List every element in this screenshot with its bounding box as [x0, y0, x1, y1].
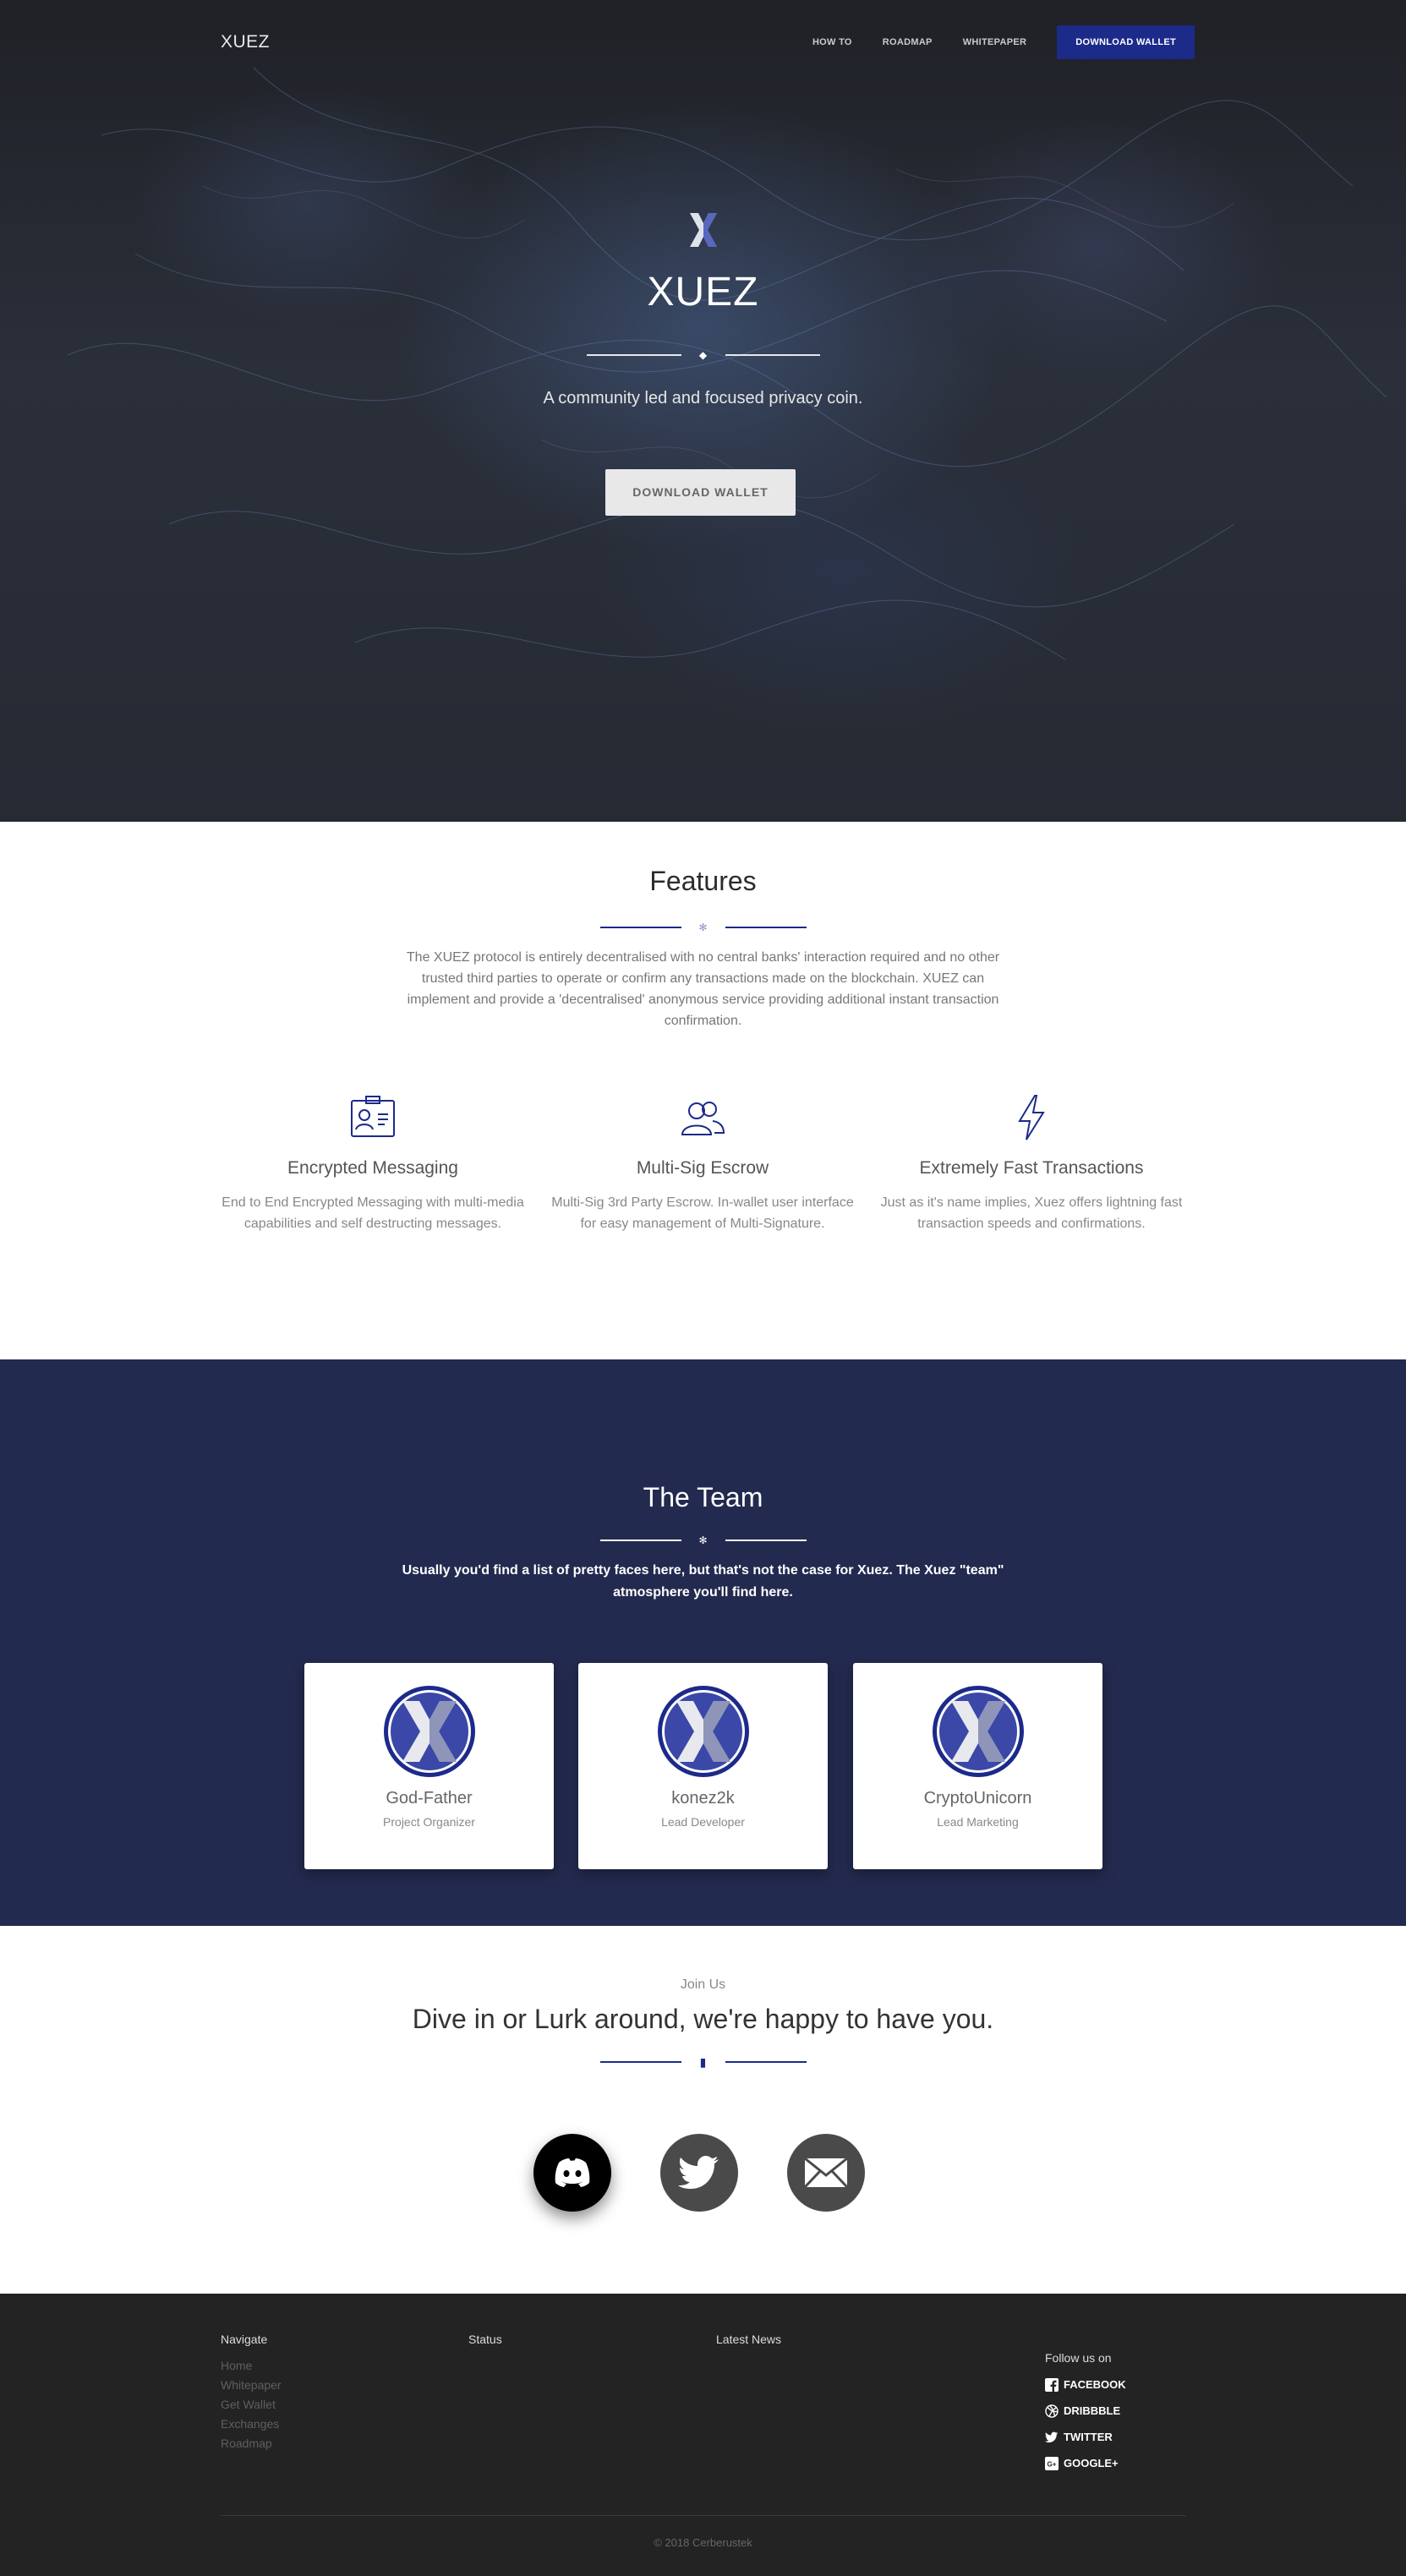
footer-link-whitepaper[interactable]: Whitepaper [221, 2376, 282, 2395]
follow-facebook-label: FACEBOOK [1064, 2378, 1126, 2391]
avatar [657, 1686, 749, 1777]
hero-subtitle: A community led and focused privacy coin… [543, 389, 863, 407]
id-card-icon [351, 1096, 395, 1137]
team-card-konez2k: konez2k Lead Developer [578, 1663, 828, 1869]
hero-title: XUEZ [647, 270, 759, 314]
follow-google-plus-label: GOOGLE+ [1064, 2457, 1119, 2469]
brand-logo-text[interactable]: XUEZ [221, 32, 270, 52]
footer-status-title: Status [468, 2333, 502, 2346]
features-title: Features [649, 866, 757, 896]
top-navigation: XUEZ HOW TO ROADMAP WHITEPAPER DOWNLOAD … [0, 0, 1406, 85]
join-title: Dive in or Lurk around, we're happy to h… [412, 2004, 994, 2034]
features-description: The XUEZ protocol is entirely decentrali… [406, 950, 1000, 1028]
nav-link-how-to[interactable]: HOW TO [812, 37, 852, 47]
member-name: God-Father [386, 1789, 473, 1808]
footer-follow-column: Follow us on FACEBOOK DRIBBBLE TWITTER G… [1045, 2351, 1126, 2476]
footer-link-exchanges[interactable]: Exchanges [221, 2415, 282, 2434]
join-kicker: Join Us [680, 1977, 726, 1992]
footer-link-home[interactable]: Home [221, 2356, 282, 2376]
twitter-button[interactable] [660, 2134, 738, 2212]
follow-twitter-label: TWITTER [1064, 2431, 1113, 2443]
footer: Navigate Home Whitepaper Get Wallet Exch… [0, 2294, 1406, 2576]
footer-link-roadmap[interactable]: Roadmap [221, 2434, 282, 2453]
feature-fast-transactions: Extremely Fast Transactions Just as it's… [879, 1092, 1184, 1234]
feature-title: Extremely Fast Transactions [919, 1158, 1144, 1178]
features-section: Features ✻ The XUEZ protocol is entirely… [0, 822, 1406, 1359]
join-divider: ▮ [0, 2056, 1406, 2068]
member-role: Lead Developer [661, 1815, 745, 1829]
feature-text: End to End Encrypted Messaging with mult… [222, 1195, 524, 1231]
follow-dribbble-label: DRIBBBLE [1064, 2404, 1121, 2417]
google-plus-icon: G+ [1045, 2456, 1059, 2470]
member-role: Project Organizer [383, 1815, 475, 1829]
member-role: Lead Marketing [937, 1815, 1019, 1829]
footer-divider [221, 2515, 1186, 2516]
nav-download-wallet-button[interactable]: DOWNLOAD WALLET [1057, 25, 1195, 59]
nav-links: HOW TO ROADMAP WHITEPAPER DOWNLOAD WALLE… [812, 25, 1195, 59]
footer-news-column: Latest News [716, 2333, 781, 2356]
team-section: The Team ✻ Usually you'd find a list of … [0, 1359, 1406, 1926]
users-icon [681, 1102, 725, 1135]
hero-divider: ◆ [0, 349, 1406, 361]
twitter-icon [678, 2156, 719, 2189]
feature-encrypted-messaging: Encrypted Messaging End to End Encrypted… [221, 1092, 525, 1234]
copyright-text: © 2018 Cerberustek [654, 2536, 752, 2549]
feature-text: Just as it's name implies, Xuez offers l… [880, 1195, 1183, 1231]
discord-icon [555, 2158, 590, 2187]
mail-icon [803, 2157, 849, 2189]
team-card-god-father: God-Father Project Organizer [304, 1663, 554, 1869]
footer-navigate-title: Navigate [221, 2333, 268, 2346]
feature-title: Encrypted Messaging [287, 1158, 458, 1178]
facebook-icon [1045, 2377, 1059, 2392]
follow-google-plus-link[interactable]: G+ GOOGLE+ [1045, 2450, 1126, 2476]
xuez-logo-icon [690, 213, 717, 247]
nav-link-roadmap[interactable]: ROADMAP [883, 37, 933, 47]
feature-multi-sig-escrow: Multi-Sig Escrow Multi-Sig 3rd Party Esc… [550, 1092, 855, 1234]
mail-button[interactable] [787, 2134, 865, 2212]
footer-follow-title: Follow us on [1045, 2351, 1112, 2365]
team-title: The Team [643, 1482, 763, 1512]
twitter-icon [1045, 2431, 1059, 2442]
hero-download-wallet-button[interactable]: DOWNLOAD WALLET [605, 469, 796, 516]
feature-text: Multi-Sig 3rd Party Escrow. In-wallet us… [551, 1195, 854, 1231]
join-section: Join Us Dive in or Lurk around, we're ha… [0, 1926, 1406, 2294]
hero-section: XUEZ HOW TO ROADMAP WHITEPAPER DOWNLOAD … [0, 0, 1406, 822]
follow-facebook-link[interactable]: FACEBOOK [1045, 2371, 1126, 2398]
team-description: Usually you'd find a list of pretty face… [402, 1563, 1004, 1600]
feature-title: Multi-Sig Escrow [636, 1158, 769, 1178]
avatar [932, 1686, 1024, 1777]
features-divider: ✻ [0, 922, 1406, 933]
footer-navigate-column: Navigate Home Whitepaper Get Wallet Exch… [221, 2333, 282, 2453]
member-name: CryptoUnicorn [923, 1789, 1032, 1808]
avatar [383, 1686, 475, 1777]
team-card-cryptounicorn: CryptoUnicorn Lead Marketing [853, 1663, 1102, 1869]
footer-news-title: Latest News [716, 2333, 782, 2346]
footer-link-get-wallet[interactable]: Get Wallet [221, 2395, 282, 2415]
lightning-icon [1018, 1095, 1045, 1140]
follow-twitter-link[interactable]: TWITTER [1045, 2424, 1126, 2450]
discord-button[interactable] [533, 2134, 611, 2212]
nav-link-whitepaper[interactable]: WHITEPAPER [963, 37, 1027, 47]
dribbble-icon [1045, 2404, 1059, 2418]
svg-text:G+: G+ [1048, 2460, 1057, 2468]
hero-background-texture [67, 67, 1387, 660]
follow-dribbble-link[interactable]: DRIBBBLE [1045, 2398, 1126, 2424]
footer-status-column: Status [468, 2333, 502, 2356]
member-name: konez2k [671, 1789, 735, 1808]
team-divider: ✻ [0, 1534, 1406, 1546]
